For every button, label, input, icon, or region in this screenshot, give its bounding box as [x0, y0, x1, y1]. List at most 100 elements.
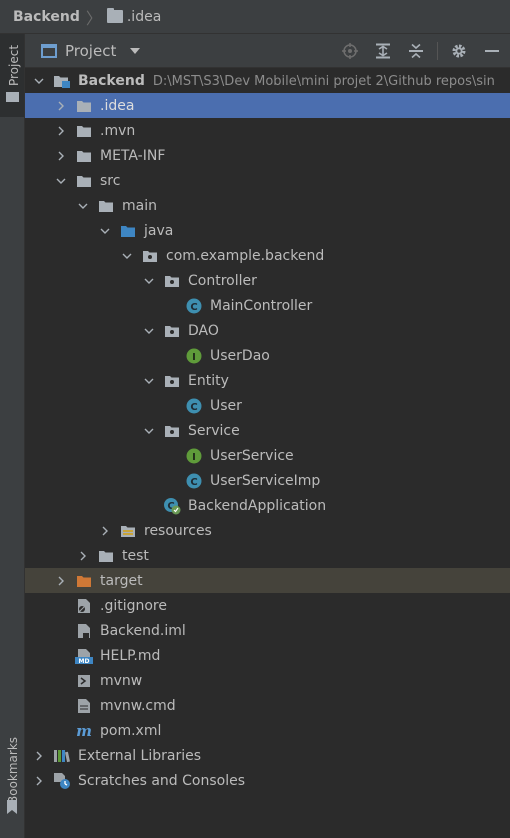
chevron-down-icon[interactable] — [119, 243, 135, 268]
chevron-down-icon[interactable] — [141, 268, 157, 293]
project-tool-tab[interactable]: Project — [0, 34, 24, 117]
tool-window-strip: Project Bookmarks — [0, 34, 25, 838]
tree-item-label: Service — [188, 423, 240, 439]
class-icon: C — [185, 293, 203, 318]
chevron-down-icon[interactable] — [141, 368, 157, 393]
tree-item-text: Entity — [188, 372, 229, 389]
bookmarks-tab-label: Bookmarks — [6, 736, 20, 804]
svg-text:m: m — [76, 723, 92, 739]
tree-item-label: .gitignore — [100, 598, 167, 614]
class-icon: C — [185, 393, 203, 418]
breadcrumb-root[interactable]: Backend — [13, 9, 80, 25]
collapse-all-icon[interactable] — [404, 39, 428, 63]
tree-item-text: test — [122, 547, 149, 564]
tree-item-label: .mvn — [100, 123, 135, 139]
tree-item-label: META-INF — [100, 148, 165, 164]
chevron-right-icon[interactable] — [53, 93, 69, 118]
text-file-icon — [75, 693, 93, 718]
tree-row[interactable]: Service — [25, 418, 510, 443]
chevron-right-icon[interactable] — [75, 543, 91, 568]
bookmark-icon — [7, 800, 17, 814]
tree-row[interactable]: Entity — [25, 368, 510, 393]
tree-item-text: Backend — [78, 72, 145, 89]
tree-item-text: External Libraries — [78, 747, 201, 764]
gitignore-file-icon — [75, 593, 93, 618]
folder-icon — [6, 92, 19, 102]
libraries-icon — [53, 743, 71, 768]
tree-row[interactable]: .idea — [25, 93, 510, 118]
tree-item-text: UserService — [210, 447, 294, 464]
chevron-right-icon[interactable] — [53, 143, 69, 168]
tree-row[interactable]: java — [25, 218, 510, 243]
tree-item-label: MainController — [210, 298, 312, 314]
folder-icon — [97, 543, 115, 568]
tree-row[interactable]: C BackendApplication — [25, 493, 510, 518]
chevron-down-icon[interactable] — [75, 193, 91, 218]
tree-item-text: target — [100, 572, 143, 589]
chevron-down-icon[interactable] — [141, 318, 157, 343]
package-icon — [141, 243, 159, 268]
chevron-down-icon[interactable] — [53, 168, 69, 193]
chevron-right-icon[interactable] — [31, 743, 47, 768]
chevron-right-icon[interactable] — [97, 518, 113, 543]
tree-item-label: mvnw — [100, 673, 142, 689]
tree-row[interactable]: test — [25, 543, 510, 568]
tree-row[interactable]: src — [25, 168, 510, 193]
tree-row[interactable]: Controller — [25, 268, 510, 293]
tree-row[interactable]: Scratches and Consoles — [25, 768, 510, 793]
tree-row[interactable]: C MainController — [25, 293, 510, 318]
tree-row[interactable]: I UserService — [25, 443, 510, 468]
interface-icon: I — [185, 343, 203, 368]
tree-row[interactable]: C User — [25, 393, 510, 418]
chevron-right-icon[interactable] — [31, 768, 47, 793]
locate-icon[interactable] — [338, 39, 362, 63]
tree-item-label: BackendApplication — [188, 498, 326, 514]
tree-row[interactable]: META-INF — [25, 143, 510, 168]
chevron-down-icon — [130, 47, 141, 54]
folder-icon — [75, 168, 93, 193]
svg-text:I: I — [192, 352, 196, 363]
tree-row[interactable]: resources — [25, 518, 510, 543]
chevron-right-icon[interactable] — [53, 568, 69, 593]
tree-row[interactable]: Backend.iml — [25, 618, 510, 643]
tree-row[interactable]: mvnw — [25, 668, 510, 693]
tree-item-label: Controller — [188, 273, 257, 289]
folder-icon — [75, 143, 93, 168]
tree-row[interactable]: I UserDao — [25, 343, 510, 368]
tree-item-text: .mvn — [100, 122, 136, 139]
tree-row[interactable]: mvnw.cmd — [25, 693, 510, 718]
tree-item-label: UserDao — [210, 348, 270, 364]
spring-app-icon: C — [163, 493, 181, 518]
tree-row[interactable]: .gitignore — [25, 593, 510, 618]
tree-item-label: src — [100, 173, 120, 189]
tree-row[interactable]: m pom.xml — [25, 718, 510, 743]
tree-item-label: target — [100, 573, 143, 589]
tree-row[interactable]: main — [25, 193, 510, 218]
shell-file-icon — [75, 668, 93, 693]
tree-row[interactable]: C UserServiceImp — [25, 468, 510, 493]
tree-row[interactable]: External Libraries — [25, 743, 510, 768]
chevron-down-icon[interactable] — [31, 68, 47, 93]
tree-row[interactable]: Backend D:\MST\S3\Dev Mobile\mini projet … — [25, 68, 510, 93]
tree-item-text: src — [100, 172, 121, 189]
minimize-icon[interactable] — [480, 39, 504, 63]
expand-all-icon[interactable] — [371, 39, 395, 63]
class-icon: C — [185, 468, 203, 493]
folder-icon — [106, 8, 123, 23]
tree-row[interactable]: target — [25, 568, 510, 593]
project-view-selector[interactable]: Project — [41, 42, 141, 60]
project-window-icon — [41, 43, 57, 58]
chevron-down-icon[interactable] — [141, 418, 157, 443]
tree-item-text: resources — [144, 522, 212, 539]
tree-row[interactable]: com.example.backend — [25, 243, 510, 268]
chevron-right-icon[interactable] — [53, 118, 69, 143]
tree-item-text: .idea — [100, 97, 135, 114]
tree-row[interactable]: DAO — [25, 318, 510, 343]
chevron-down-icon[interactable] — [97, 218, 113, 243]
tree-row[interactable]: .mvn — [25, 118, 510, 143]
breadcrumb-item[interactable]: .idea — [127, 9, 161, 25]
gear-icon[interactable] — [447, 39, 471, 63]
tree-row[interactable]: MD HELP.md — [25, 643, 510, 668]
package-icon — [163, 268, 181, 293]
interface-icon: I — [185, 443, 203, 468]
